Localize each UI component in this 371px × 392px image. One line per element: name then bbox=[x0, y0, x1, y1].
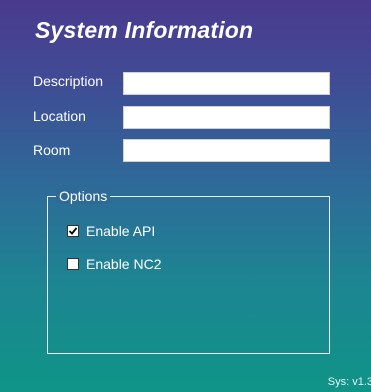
options-group: Options Enable API Enable NC2 bbox=[47, 188, 330, 354]
enable-api-label: Enable API bbox=[86, 223, 156, 239]
enable-nc2-option[interactable]: Enable NC2 bbox=[67, 256, 162, 272]
location-label: Location bbox=[33, 108, 86, 124]
options-legend: Options bbox=[56, 188, 111, 204]
checkmark-icon bbox=[68, 227, 78, 235]
enable-api-checkbox[interactable] bbox=[67, 225, 79, 237]
system-info-panel: System Information Description Location … bbox=[0, 0, 371, 392]
room-input[interactable] bbox=[123, 139, 330, 162]
enable-api-option[interactable]: Enable API bbox=[67, 223, 155, 239]
description-label: Description bbox=[33, 73, 104, 89]
description-input[interactable] bbox=[123, 72, 330, 95]
page-title: System Information bbox=[35, 17, 254, 43]
enable-nc2-label: Enable NC2 bbox=[86, 256, 162, 272]
room-label: Room bbox=[33, 142, 71, 158]
version-label: Sys: v1.3 bbox=[327, 376, 371, 388]
location-input[interactable] bbox=[123, 106, 330, 129]
enable-nc2-checkbox[interactable] bbox=[67, 258, 79, 270]
